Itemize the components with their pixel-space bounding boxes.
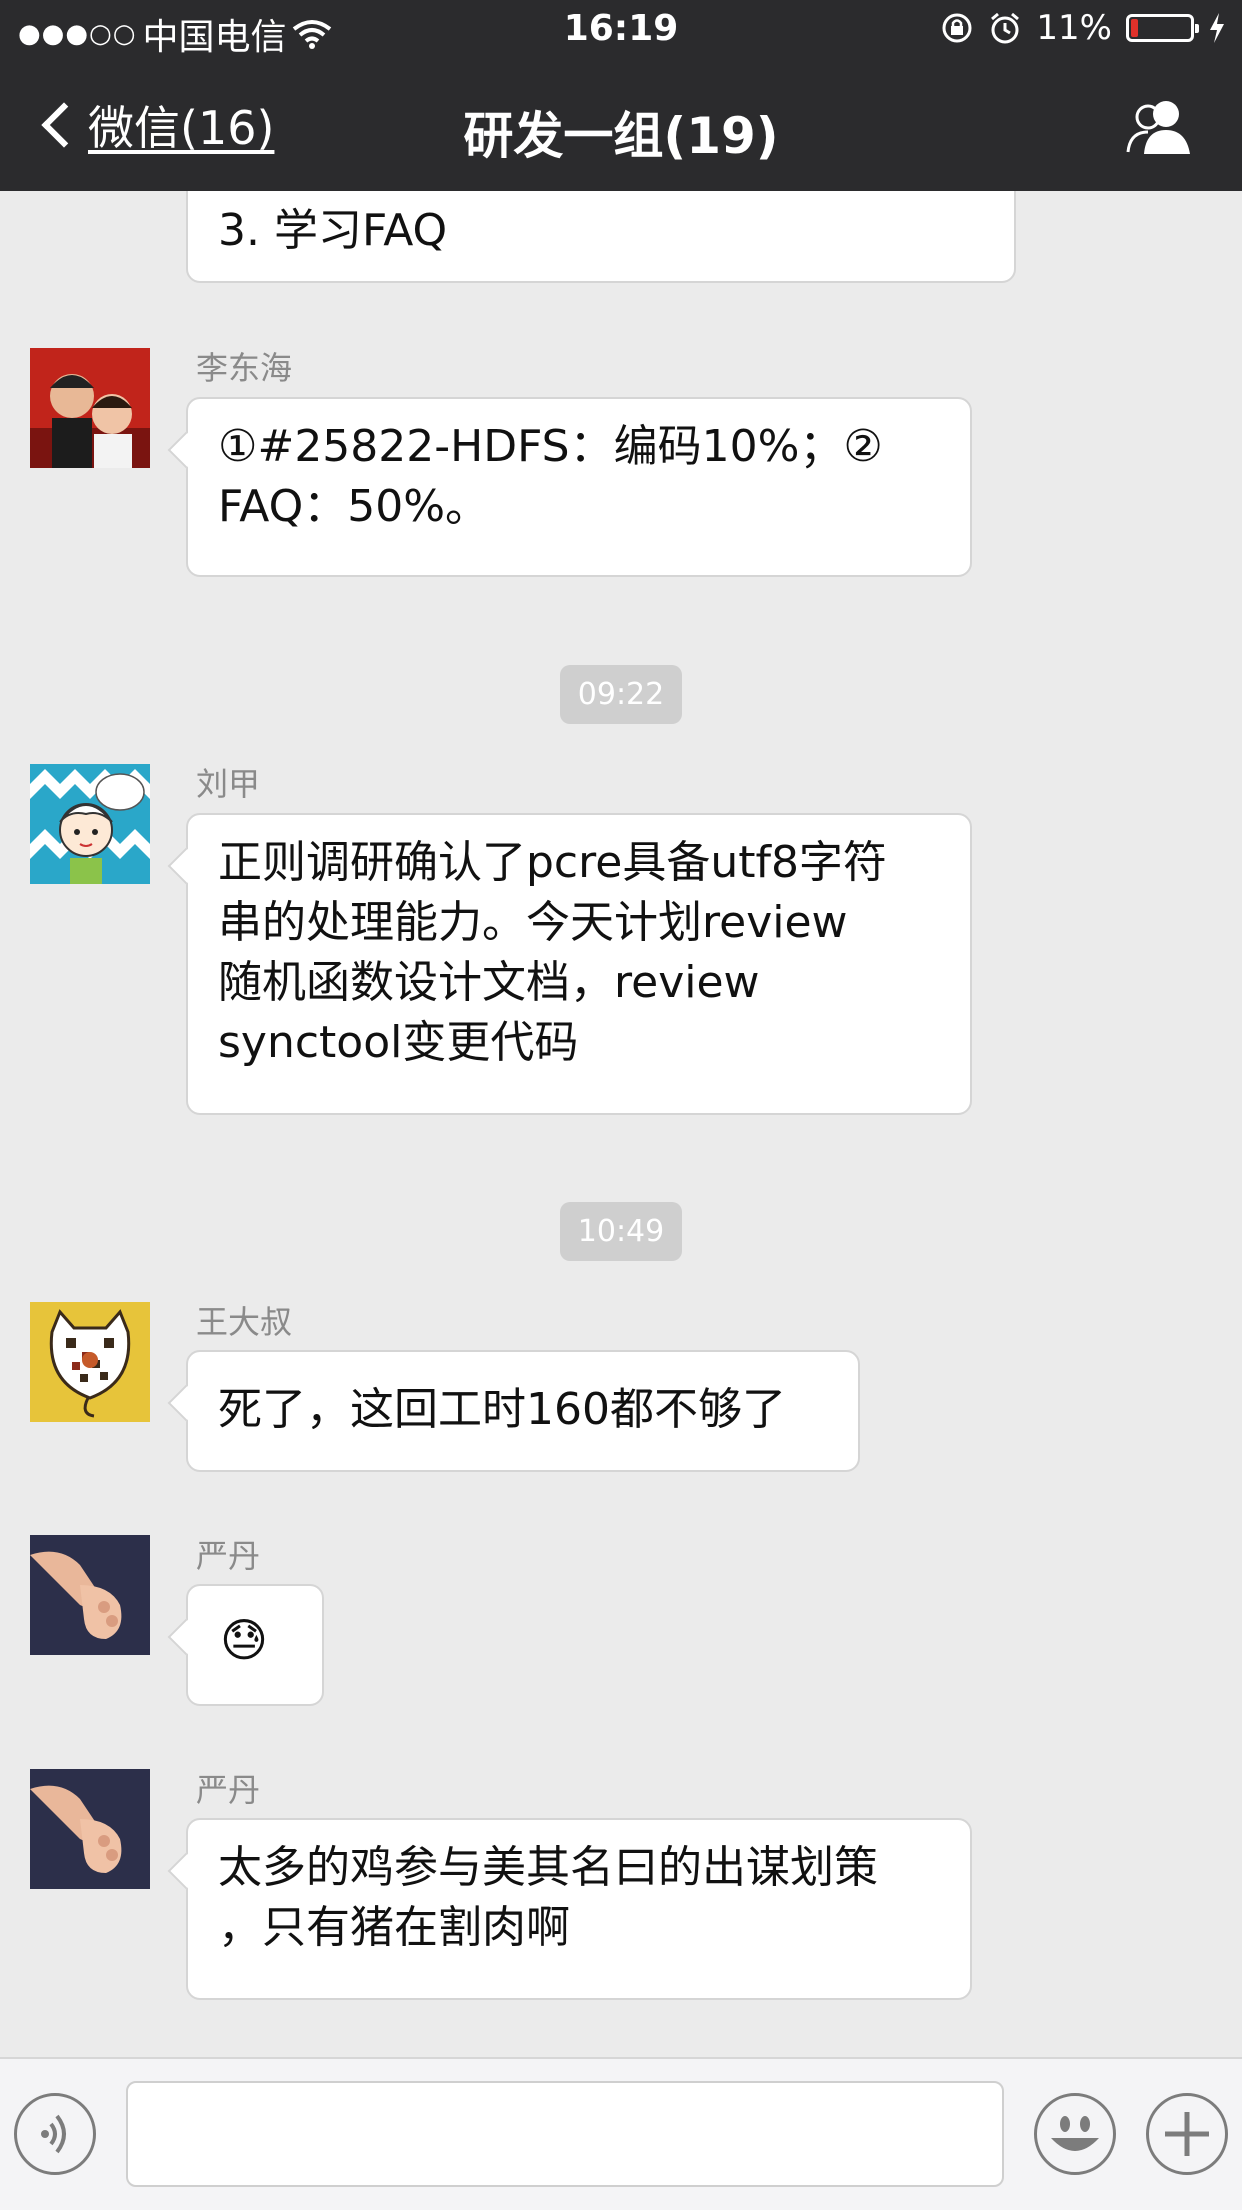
battery-percent: 11% [1036,8,1112,48]
plus-button[interactable] [1146,2093,1228,2175]
status-bar: ●●●○○ 中国电信 16:19 11% [0,0,1242,62]
message-text: 3. 学习FAQ [218,205,448,256]
group-members-icon[interactable] [1124,96,1194,156]
avatar[interactable] [30,1769,150,1889]
message-text-line: 串的处理能力。今天计划review [218,897,848,948]
message-bubble[interactable]: 太多的鸡参与美其名曰的出谋划策 ，只有猪在割肉啊 [186,1818,972,2000]
emoji-icon [1051,2116,1099,2151]
message-bubble[interactable]: 3. 学习FAQ [186,191,1016,283]
message-text-line: FAQ：50%。 [218,481,490,532]
message-text-line: 正则调研确认了pcre具备utf8字符 [218,837,887,888]
message-text-line: 随机函数设计文档，review [218,957,760,1008]
message-bubble[interactable]: 😓 [186,1584,324,1706]
voice-icon [41,2114,66,2154]
message-text: 死了，这回工时160都不够了 [218,1384,786,1435]
message-text-line: ①#25822-HDFS：编码10%；② [218,421,883,472]
top-bar: ●●●○○ 中国电信 16:19 11% 微信(16) 研发一组(19) [0,0,1242,191]
message-text-line: 太多的鸡参与美其名曰的出谋划策 [218,1842,878,1893]
emoji-button[interactable] [1034,2093,1116,2175]
sender-name: 王大叔 [196,1303,293,1341]
avatar[interactable] [30,764,150,884]
avatar[interactable] [30,1535,150,1655]
message-input[interactable] [126,2081,1004,2187]
sender-name: 李东海 [196,349,293,387]
message-bubble[interactable]: 正则调研确认了pcre具备utf8字符 串的处理能力。今天计划review 随机… [186,813,972,1115]
status-right: 11% [940,8,1226,48]
battery-icon [1126,14,1199,42]
message-bubble[interactable]: 死了，这回工时160都不够了 [186,1350,860,1472]
avatar[interactable] [30,1302,150,1422]
message-bubble[interactable]: ①#25822-HDFS：编码10%；② FAQ：50%。 [186,397,972,577]
sender-name: 严丹 [196,1771,261,1809]
message-text-line: synctool变更代码 [218,1017,579,1068]
sender-name: 严丹 [196,1537,261,1575]
emoji: 😓 [220,1613,268,1667]
charging-icon [1210,13,1224,43]
message-text-line: ，只有猪在割肉啊 [218,1902,570,1953]
input-bar [0,2057,1242,2210]
timestamp-label: 10:49 [559,1202,683,1261]
timestamp-label: 09:22 [559,665,683,724]
voice-button[interactable] [14,2093,96,2175]
avatar[interactable] [30,348,150,468]
rotation-lock-icon [942,13,972,43]
chat-title: 研发一组(19) [463,107,779,165]
alarm-icon [991,12,1020,44]
plus-icon [1165,2112,1209,2156]
sender-name: 刘甲 [196,765,261,803]
timestamp: 10:49 [0,1202,1242,1261]
chat-area[interactable]: 3. 学习FAQ 李东海 ①#25822-HDFS：编码10%；② FAQ：50… [0,191,1242,2057]
nav-bar: 微信(16) 研发一组(19) [0,62,1242,191]
timestamp: 09:22 [0,665,1242,724]
